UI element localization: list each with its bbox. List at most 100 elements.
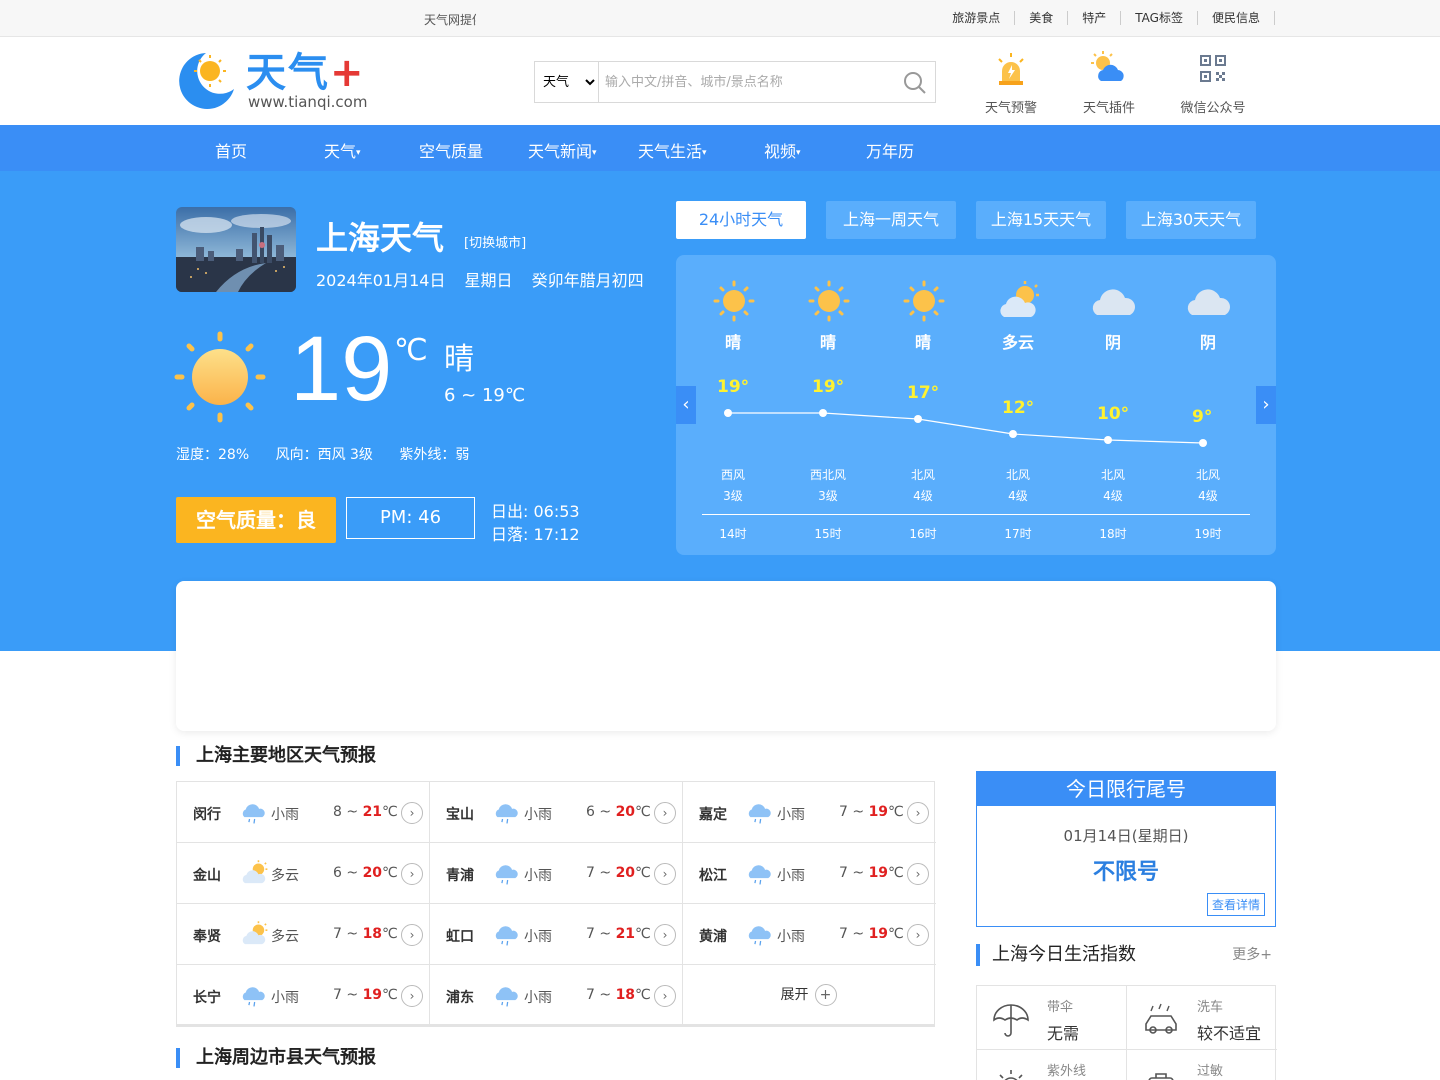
sunny-icon (903, 280, 945, 322)
date-line: 2024年01月14日 星期日 癸卯年腊月初四 (316, 267, 658, 291)
chevron-right-icon[interactable]: › (401, 863, 423, 885)
region-item[interactable]: 闵行 小雨 8 ~ 21℃ › (177, 782, 430, 843)
hourly-temp-label: 19° (717, 377, 750, 397)
partly-cloudy-icon (242, 860, 268, 884)
region-item[interactable]: 金山 多云 6 ~ 20℃ › (177, 843, 430, 904)
hourly-time: 15时 (814, 527, 842, 541)
search-type-select[interactable]: 天气 (535, 62, 599, 102)
rain-icon (495, 865, 518, 885)
region-item[interactable]: 长宁 小雨 7 ~ 19℃ › (177, 965, 430, 1026)
nav-news[interactable]: 天气新闻▾ (528, 138, 597, 162)
region-name: 宝山 (446, 807, 474, 823)
tab-30day[interactable]: 上海30天天气 (1126, 201, 1256, 239)
hourly-condition: 阴 (1104, 333, 1121, 352)
region-item[interactable]: 黄浦 小雨 7 ~ 19℃ › (683, 904, 936, 965)
switch-city-link[interactable]: [切换城市] (464, 232, 526, 251)
region-item[interactable]: 松江 小雨 7 ~ 19℃ › (683, 843, 936, 904)
tab-week[interactable]: 上海一周天气 (826, 201, 956, 239)
wind: 风向：西风 3级 (275, 447, 373, 463)
overcast-icon (1092, 289, 1135, 315)
rain-icon (242, 987, 265, 1007)
top-link-food[interactable]: 美食 (1015, 11, 1069, 25)
nav-home[interactable]: 首页 (215, 138, 247, 162)
search-icon[interactable] (903, 71, 927, 95)
regions-grid: 展开 + 闵行 小雨 8 ~ 21℃ › 宝山 小雨 6 ~ 20℃ › 嘉定 小雨 7 ~ 19℃ ›… (176, 781, 936, 1027)
alert-icon (998, 53, 1024, 85)
hourly-column: 晴西北风 3级 15时 (788, 255, 868, 541)
air-quality-badge[interactable]: 空气质量：良 (176, 497, 336, 543)
traffic-limit-card: 今日限行尾号 01月14日(星期日) 不限号 查看详情 (976, 771, 1276, 927)
top-link-scenic[interactable]: 旅游景点 (938, 11, 1016, 25)
plugin-icon (1091, 51, 1124, 81)
nav-air-quality[interactable]: 空气质量 (419, 138, 483, 162)
sunny-icon (713, 280, 755, 322)
rain-icon (748, 804, 771, 824)
tool-plugin[interactable]: 天气插件 (1060, 51, 1158, 116)
life-more-link[interactable]: 更多+ (1232, 944, 1272, 966)
region-item[interactable]: 青浦 小雨 7 ~ 20℃ › (430, 843, 683, 904)
region-item[interactable]: 宝山 小雨 6 ~ 20℃ › (430, 782, 683, 843)
caret-down-icon: ▾ (796, 148, 801, 158)
qrcode-icon (1200, 55, 1226, 82)
top-link-service[interactable]: 便民信息 (1198, 11, 1275, 25)
region-item[interactable]: 嘉定 小雨 7 ~ 19℃ › (683, 782, 936, 843)
nav-video[interactable]: 视频▾ (764, 138, 801, 162)
hourly-column: 阴北风 4级 19时 (1168, 255, 1248, 541)
region-range: 7 ~ 20℃ (586, 865, 651, 881)
expand-button[interactable]: 展开 + (683, 965, 934, 1026)
nav-life[interactable]: 天气生活▾ (638, 138, 707, 162)
temperature-point (914, 415, 922, 423)
tool-wechat[interactable]: 微信公众号 (1158, 51, 1268, 116)
tool-alert[interactable]: 天气预警 (962, 51, 1060, 116)
region-item[interactable]: 虹口 小雨 7 ~ 21℃ › (430, 904, 683, 965)
limit-detail-button[interactable]: 查看详情 (1206, 893, 1265, 916)
tab-15day[interactable]: 上海15天天气 (976, 201, 1106, 239)
site-logo[interactable]: 天气+ www.tianqi.com (176, 49, 376, 113)
chevron-right-icon[interactable]: › (654, 924, 676, 946)
chevron-right-icon[interactable]: › (654, 863, 676, 885)
region-name: 金山 (193, 868, 221, 884)
rain-icon (495, 804, 518, 824)
life-item-umbrella[interactable]: 带伞 无需 (977, 986, 1127, 1050)
pm-badge[interactable]: PM: 46 (346, 497, 475, 539)
sunny-icon (808, 280, 850, 322)
tool-plugin-label: 天气插件 (1082, 101, 1135, 116)
region-name: 青浦 (446, 868, 474, 884)
region-name: 奉贤 (193, 929, 221, 945)
temperature-series-line (728, 412, 1204, 444)
region-condition: 小雨 (271, 807, 299, 823)
chevron-right-icon[interactable]: › (654, 985, 676, 1007)
sunrise: 日出: 06:53 (491, 502, 580, 521)
sunset: 日落: 17:12 (491, 525, 580, 544)
chevron-right-icon[interactable]: › (401, 985, 423, 1007)
hourly-condition: 晴 (819, 333, 836, 352)
uv-icon (999, 1070, 1023, 1080)
chevron-right-icon[interactable]: › (401, 802, 423, 824)
life-item-uv[interactable]: 紫外线 (977, 1050, 1127, 1080)
current-weekday: 星期日 (464, 271, 513, 290)
brand-name: 天气+ (246, 50, 366, 96)
top-link-tags[interactable]: TAG标签 (1121, 11, 1198, 25)
region-item[interactable]: 浦东 小雨 7 ~ 18℃ › (430, 965, 683, 1026)
caret-down-icon: ▾ (702, 148, 707, 158)
region-item[interactable]: 奉贤 多云 7 ~ 18℃ › (177, 904, 430, 965)
hourly-wind: 北风 4级 (910, 468, 935, 503)
life-item-allergy[interactable]: 过敏 (1127, 1050, 1277, 1080)
hourly-temp-label: 9° (1192, 407, 1213, 427)
temperature-range: 6 ~ 19℃ (444, 385, 526, 406)
chevron-right-icon[interactable]: › (907, 863, 929, 885)
chevron-right-icon[interactable]: › (401, 924, 423, 946)
search-input[interactable] (605, 70, 895, 94)
tab-24h[interactable]: 24小时天气 (676, 201, 806, 239)
nav-calendar[interactable]: 万年历 (866, 138, 914, 162)
hourly-column: 阴北风 4级 18时 (1073, 255, 1153, 541)
life-item-carwash[interactable]: 洗车 较不适宜 (1127, 986, 1277, 1050)
chevron-right-icon[interactable]: › (907, 924, 929, 946)
hourly-temp-label: 17° (907, 383, 940, 403)
region-range: 7 ~ 19℃ (839, 865, 904, 881)
top-link-specialty[interactable]: 特产 (1068, 11, 1122, 25)
chevron-right-icon[interactable]: › (907, 802, 929, 824)
nav-weather[interactable]: 天气▾ (324, 138, 361, 162)
hourly-column: 晴北风 4级 16时 (883, 255, 963, 541)
chevron-right-icon[interactable]: › (654, 802, 676, 824)
